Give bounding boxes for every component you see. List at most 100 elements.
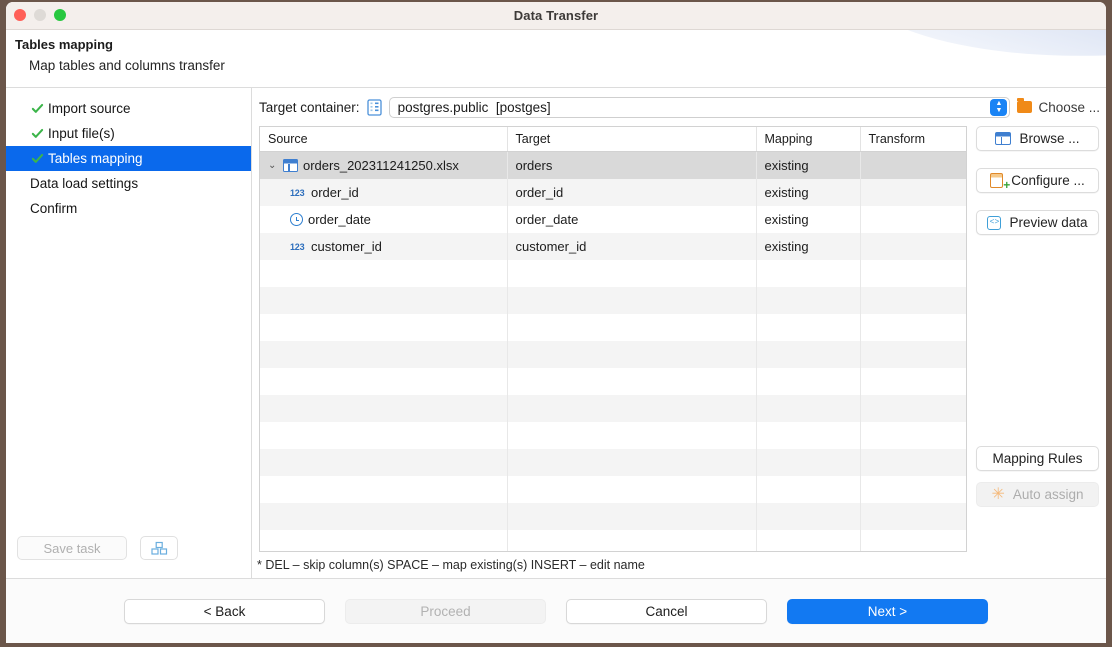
column-header-mapping[interactable]: Mapping (756, 127, 860, 152)
sidebar-item-confirm[interactable]: Confirm (6, 196, 251, 221)
source-label: orders_202311241250.xlsx (303, 158, 459, 173)
window-controls (14, 9, 66, 21)
table-row-empty[interactable] (260, 287, 966, 314)
cell-transform[interactable] (860, 152, 966, 180)
preview-code-icon: <> (987, 216, 1001, 230)
table-row-empty[interactable] (260, 422, 966, 449)
cell-mapping[interactable]: existing (756, 233, 860, 260)
sidebar-item-tables-mapping[interactable]: Tables mapping (6, 146, 251, 171)
cell-source[interactable]: 123 order_id (260, 179, 507, 206)
table-row-empty[interactable] (260, 530, 966, 552)
cell-source[interactable]: order_date (260, 206, 507, 233)
side-actions-spacer (976, 252, 1099, 446)
save-task-icon (151, 541, 168, 555)
step-list: Import source Input file(s) Tables mappi… (6, 88, 251, 221)
table-row-empty[interactable] (260, 368, 966, 395)
table-row-empty[interactable] (260, 395, 966, 422)
table-row-empty[interactable] (260, 503, 966, 530)
titlebar: Data Transfer (6, 2, 1106, 30)
cell-source[interactable]: ⌄ orders_202311241250.xlsx (260, 152, 507, 180)
configure-icon (990, 173, 1003, 188)
preview-data-button-label: Preview data (1009, 215, 1087, 230)
column-header-transform[interactable]: Transform (860, 127, 966, 152)
column-header-target[interactable]: Target (507, 127, 756, 152)
close-button[interactable] (14, 9, 26, 21)
window-title: Data Transfer (6, 8, 1106, 23)
folder-icon (1017, 101, 1032, 113)
browse-button[interactable]: Browse ... (976, 126, 1099, 151)
app-window: Data Transfer Tables mapping Map tables … (6, 2, 1106, 643)
keyboard-hint: * DEL – skip column(s) SPACE – map exist… (252, 552, 1106, 578)
source-label: order_id (311, 185, 359, 200)
auto-assign-button-label: Auto assign (1013, 487, 1084, 502)
table-row[interactable]: order_date order_date existing (260, 206, 966, 233)
maximize-button[interactable] (54, 9, 66, 21)
mapping-rules-button[interactable]: Mapping Rules (976, 446, 1099, 471)
chevron-up-icon: ▲ (995, 100, 1002, 107)
mapping-rules-button-label: Mapping Rules (992, 451, 1082, 466)
target-container-label: Target container: (259, 100, 360, 115)
auto-assign-button[interactable]: ✳ Auto assign (976, 482, 1099, 507)
save-task-icon-button[interactable] (140, 536, 178, 560)
browse-button-label: Browse ... (1019, 131, 1079, 146)
table-body: ⌄ orders_202311241250.xlsx orders existi… (260, 152, 966, 553)
cell-target[interactable]: order_id (507, 179, 756, 206)
cancel-button[interactable]: Cancel (566, 599, 767, 624)
check-icon (31, 127, 44, 140)
sidebar-item-label: Input file(s) (48, 126, 115, 141)
check-icon (31, 102, 44, 115)
table-row[interactable]: 123 customer_id customer_id existing (260, 233, 966, 260)
cell-transform[interactable] (860, 233, 966, 260)
sidebar-item-data-load-settings[interactable]: Data load settings (6, 171, 251, 196)
table-row[interactable]: ⌄ orders_202311241250.xlsx orders existi… (260, 152, 966, 180)
main-panel: Target container: ▲ ▼ (252, 88, 1106, 578)
sidebar-item-import-source[interactable]: Import source (6, 96, 251, 121)
sidebar-item-input-files[interactable]: Input file(s) (6, 121, 251, 146)
table-row-empty[interactable] (260, 260, 966, 287)
cell-target[interactable]: order_date (507, 206, 756, 233)
table-icon (283, 159, 298, 172)
column-header-source[interactable]: Source (260, 127, 507, 152)
cell-mapping[interactable]: existing (756, 206, 860, 233)
target-container-row: Target container: ▲ ▼ (252, 88, 1106, 126)
cell-mapping[interactable]: existing (756, 179, 860, 206)
number-icon: 123 (290, 242, 306, 252)
proceed-button[interactable]: Proceed (345, 599, 546, 624)
configure-button[interactable]: Configure ... (976, 168, 1099, 193)
side-actions-bottom-gap (976, 518, 1099, 552)
sidebar-item-label: Import source (48, 101, 131, 116)
check-icon (31, 152, 44, 165)
cell-transform[interactable] (860, 206, 966, 233)
target-container-stepper[interactable]: ▲ ▼ (990, 99, 1007, 116)
save-task-button[interactable]: Save task (17, 536, 127, 560)
table-row-empty[interactable] (260, 449, 966, 476)
preview-data-button[interactable]: <> Preview data (976, 210, 1099, 235)
chevron-down-icon: ▼ (995, 107, 1002, 114)
sidebar-item-label: Confirm (30, 201, 77, 216)
cell-target[interactable]: customer_id (507, 233, 756, 260)
content-row: Source Target Mapping Transform ⌄ (252, 126, 1106, 552)
sidebar-footer: Save task (6, 536, 251, 578)
minimize-button[interactable] (34, 9, 46, 21)
collapse-chevron-icon[interactable]: ⌄ (268, 160, 281, 171)
back-button[interactable]: < Back (124, 599, 325, 624)
next-button[interactable]: Next > (787, 599, 988, 624)
table-header-row: Source Target Mapping Transform (260, 127, 966, 152)
cell-transform[interactable] (860, 179, 966, 206)
sidebar-item-label: Data load settings (30, 176, 138, 191)
table-row-empty[interactable] (260, 314, 966, 341)
cell-source[interactable]: 123 customer_id (260, 233, 507, 260)
header-decoration (842, 30, 1106, 79)
body: Import source Input file(s) Tables mappi… (6, 88, 1106, 579)
side-actions: Browse ... Configure ... <> Preview data… (967, 126, 1106, 552)
choose-button[interactable]: Choose ... (1017, 100, 1106, 115)
table-row-empty[interactable] (260, 476, 966, 503)
table-row-empty[interactable] (260, 341, 966, 368)
cell-target[interactable]: orders (507, 152, 756, 180)
target-container-field-wrap: ▲ ▼ (389, 97, 1011, 118)
table-row[interactable]: 123 order_id order_id existing (260, 179, 966, 206)
target-container-input[interactable] (389, 97, 1011, 118)
cell-mapping[interactable]: existing (756, 152, 860, 180)
number-icon: 123 (290, 188, 306, 198)
asterisk-icon: ✳ (992, 488, 1005, 502)
